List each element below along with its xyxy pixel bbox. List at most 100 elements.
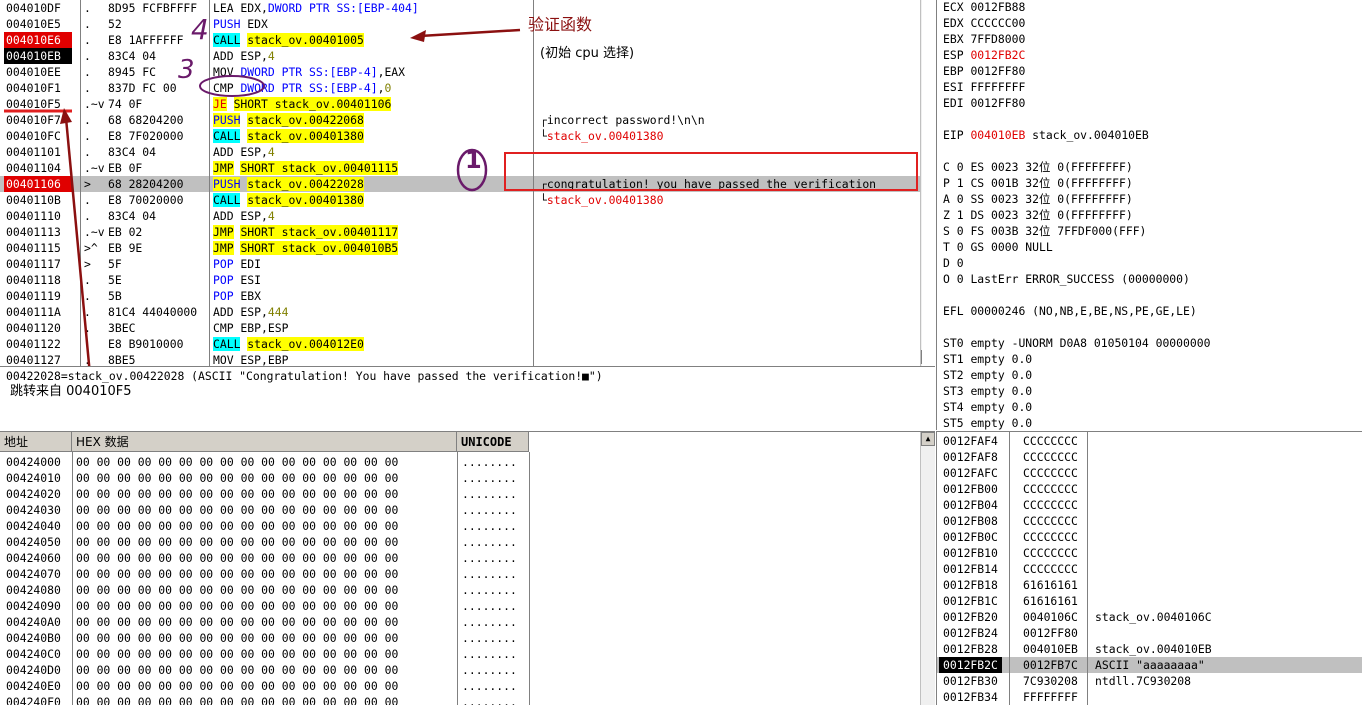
register-line[interactable]: ESI FFFFFFFF <box>943 79 1025 95</box>
stack-row[interactable]: 0012FB00 CCCCCCCC <box>937 481 1362 497</box>
stack-value[interactable]: CCCCCCCC <box>1023 513 1078 529</box>
stack-address[interactable]: 0012FB00 <box>943 481 998 497</box>
disasm-row[interactable]: 00401106 >68 28204200 PUSH stack_ov.004220… <box>0 176 922 192</box>
register-value[interactable]: empty -UNORM D0A8 01050104 00000000 <box>970 336 1210 350</box>
dump-address[interactable]: 00424000 <box>6 454 61 470</box>
disasm-address[interactable]: 00401110 <box>4 208 72 224</box>
dump-address[interactable]: 004240C0 <box>6 646 61 662</box>
disasm-address[interactable]: 00401101 <box>4 144 72 160</box>
stack-row[interactable]: 0012FB34 FFFFFFFF <box>937 689 1362 705</box>
dump-header-address[interactable]: 地址 <box>0 432 72 452</box>
stack-row[interactable]: 0012FB18 61616161 <box>937 577 1362 593</box>
disasm-instruction[interactable]: MOV DWORD PTR SS:[EBP-4],EAX <box>213 64 503 80</box>
stack-value[interactable]: CCCCCCCC <box>1023 481 1078 497</box>
disasm-address[interactable]: 00401117 <box>4 256 72 272</box>
stack-row[interactable]: 0012FB10 CCCCCCCC <box>937 545 1362 561</box>
disasm-row[interactable]: 004010E6. E8 1AFFFFFF CALL stack_ov.004010… <box>0 32 922 48</box>
stack-address[interactable]: 0012FB30 <box>943 673 998 689</box>
disasm-instruction[interactable]: POP EDI <box>213 256 503 272</box>
disasm-instruction[interactable]: POP EBX <box>213 288 503 304</box>
disasm-row[interactable]: 004010DF. 8D95 FCFBFFFF LEA EDX,DWORD PTR … <box>0 0 922 16</box>
stack-address[interactable]: 0012FB1C <box>943 593 998 609</box>
register-line[interactable]: EBP 0012FF80 <box>943 63 1025 79</box>
stack-value[interactable]: CCCCCCCC <box>1023 497 1078 513</box>
stack-row[interactable]: 0012FB08 CCCCCCCC <box>937 513 1362 529</box>
stack-address[interactable]: 0012FB28 <box>943 641 998 657</box>
disasm-instruction[interactable]: CMP DWORD PTR SS:[EBP-4],0 <box>213 80 503 96</box>
register-value[interactable]: LastErr ERROR_SUCCESS (00000000) <box>970 272 1189 286</box>
dump-scrollbar[interactable]: ▲ <box>920 432 935 705</box>
stack-address[interactable]: 0012FB14 <box>943 561 998 577</box>
dump-hex-bytes[interactable]: 00 00 00 00 00 00 00 00 00 00 00 00 00 0… <box>76 646 398 662</box>
register-value[interactable]: 0012FB2C <box>970 48 1025 62</box>
register-value[interactable]: empty 0.0 <box>970 368 1032 382</box>
register-line[interactable]: ST3 empty 0.0 <box>943 383 1032 399</box>
disasm-instruction[interactable]: PUSH stack_ov.00422068 <box>213 112 503 128</box>
dump-hex-bytes[interactable]: 00 00 00 00 00 00 00 00 00 00 00 00 00 0… <box>76 598 398 614</box>
disasm-instruction[interactable]: PUSH stack_ov.00422028 <box>213 176 503 192</box>
stack-address[interactable]: 0012FAF4 <box>943 433 998 449</box>
disasm-address[interactable]: 00401106 <box>4 176 72 192</box>
stack-value[interactable]: 0012FF80 <box>1023 625 1078 641</box>
register-value[interactable]: 00000246 (NO,NB,E,BE,NS,PE,GE,LE) <box>970 304 1196 318</box>
stack-value[interactable]: 61616161 <box>1023 593 1078 609</box>
disasm-address[interactable]: 004010E5 <box>4 16 72 32</box>
disasm-address[interactable]: 00401113 <box>4 224 72 240</box>
disasm-address[interactable]: 00401118 <box>4 272 72 288</box>
stack-row[interactable]: 0012FB14 CCCCCCCC <box>937 561 1362 577</box>
dump-address[interactable]: 00424030 <box>6 502 61 518</box>
dump-address[interactable]: 004240D0 <box>6 662 61 678</box>
disasm-row[interactable]: 004010F7. 68 68204200 PUSH stack_ov.004220… <box>0 112 922 128</box>
stack-pane[interactable]: 0012FAF4 CCCCCCCC 0012FAF8 CCCCCCCC 0012FAFC… <box>936 431 1362 705</box>
disasm-instruction[interactable]: ADD ESP,4 <box>213 144 503 160</box>
dump-header-unicode[interactable]: UNICODE <box>457 432 529 452</box>
register-line[interactable]: D 0 <box>943 255 970 271</box>
disasm-address[interactable]: 004010FC <box>4 128 72 144</box>
stack-address[interactable]: 0012FB20 <box>943 609 998 625</box>
register-value[interactable]: empty 0.0 <box>970 384 1032 398</box>
disasm-instruction[interactable]: JMP SHORT stack_ov.00401115 <box>213 160 503 176</box>
disasm-instruction[interactable]: CALL stack_ov.00401380 <box>213 192 503 208</box>
stack-row[interactable]: 0012FB04 CCCCCCCC <box>937 497 1362 513</box>
register-line[interactable]: ST2 empty 0.0 <box>943 367 1032 383</box>
disasm-row[interactable]: 004010F1. 837D FC 00 CMP DWORD PTR SS:[EBP… <box>0 80 922 96</box>
disasm-instruction[interactable]: PUSH EDX <box>213 16 503 32</box>
register-line[interactable]: T 0 GS 0000 NULL <box>943 239 1053 255</box>
register-line[interactable]: Z 1 DS 0023 32位 0(FFFFFFFF) <box>943 207 1133 223</box>
disasm-instruction[interactable]: JE SHORT stack_ov.00401106 <box>213 96 503 112</box>
disasm-address[interactable]: 004010F5 <box>4 96 72 112</box>
stack-row[interactable]: 0012FB0C CCCCCCCC <box>937 529 1362 545</box>
disasm-row[interactable]: 00401117 >5F POP EDI <box>0 256 922 272</box>
dump-hex-bytes[interactable]: 00 00 00 00 00 00 00 00 00 00 00 00 00 0… <box>76 630 398 646</box>
disasm-instruction[interactable]: ADD ESP,444 <box>213 304 503 320</box>
register-value[interactable]: 0012FB88 <box>970 0 1025 14</box>
disassembly-pane[interactable]: 004010DF. 8D95 FCFBFFFF LEA EDX,DWORD PTR … <box>0 0 922 366</box>
register-value[interactable]: ES 0023 32位 0(FFFFFFFF) <box>970 160 1132 174</box>
stack-row[interactable]: 0012FAF4 CCCCCCCC <box>937 433 1362 449</box>
disasm-instruction[interactable]: ADD ESP,4 <box>213 208 503 224</box>
dump-address[interactable]: 004240B0 <box>6 630 61 646</box>
register-value[interactable]: 0012FF80 <box>970 96 1025 110</box>
register-value[interactable]: FS 003B 32位 7FFDF000(FFF) <box>970 224 1146 238</box>
disasm-row[interactable]: 00401110. 83C4 04 ADD ESP,4 <box>0 208 922 224</box>
disasm-row[interactable]: 00401118. 5E POP ESI <box>0 272 922 288</box>
stack-value[interactable]: 7C930208 <box>1023 673 1078 689</box>
disasm-instruction[interactable]: JMP SHORT stack_ov.00401117 <box>213 224 503 240</box>
dump-address[interactable]: 004240F0 <box>6 694 61 705</box>
dump-hex-bytes[interactable]: 00 00 00 00 00 00 00 00 00 00 00 00 00 0… <box>76 662 398 678</box>
disasm-address[interactable]: 004010F7 <box>4 112 72 128</box>
dump-header-hex[interactable]: HEX 数据 <box>72 432 457 452</box>
disasm-row[interactable]: 00401120. 3BEC CMP EBP,ESP <box>0 320 922 336</box>
dump-hex-bytes[interactable]: 00 00 00 00 00 00 00 00 00 00 00 00 00 0… <box>76 550 398 566</box>
disasm-row[interactable]: 0040110B. E8 70020000 CALL stack_ov.004013… <box>0 192 922 208</box>
dump-hex-bytes[interactable]: 00 00 00 00 00 00 00 00 00 00 00 00 00 0… <box>76 534 398 550</box>
register-value[interactable]: empty 0.0 <box>970 400 1032 414</box>
disasm-row[interactable]: 0040111A. 81C4 44040000 ADD ESP,444 <box>0 304 922 320</box>
disasm-instruction[interactable]: JMP SHORT stack_ov.004010B5 <box>213 240 503 256</box>
stack-value[interactable]: CCCCCCCC <box>1023 465 1078 481</box>
register-value[interactable]: FFFFFFFF <box>970 80 1025 94</box>
disasm-instruction[interactable]: CMP EBP,ESP <box>213 320 503 336</box>
scroll-up-icon[interactable]: ▲ <box>921 432 935 446</box>
stack-value[interactable]: 0012FB7C <box>1023 657 1078 673</box>
disasm-address[interactable]: 00401115 <box>4 240 72 256</box>
